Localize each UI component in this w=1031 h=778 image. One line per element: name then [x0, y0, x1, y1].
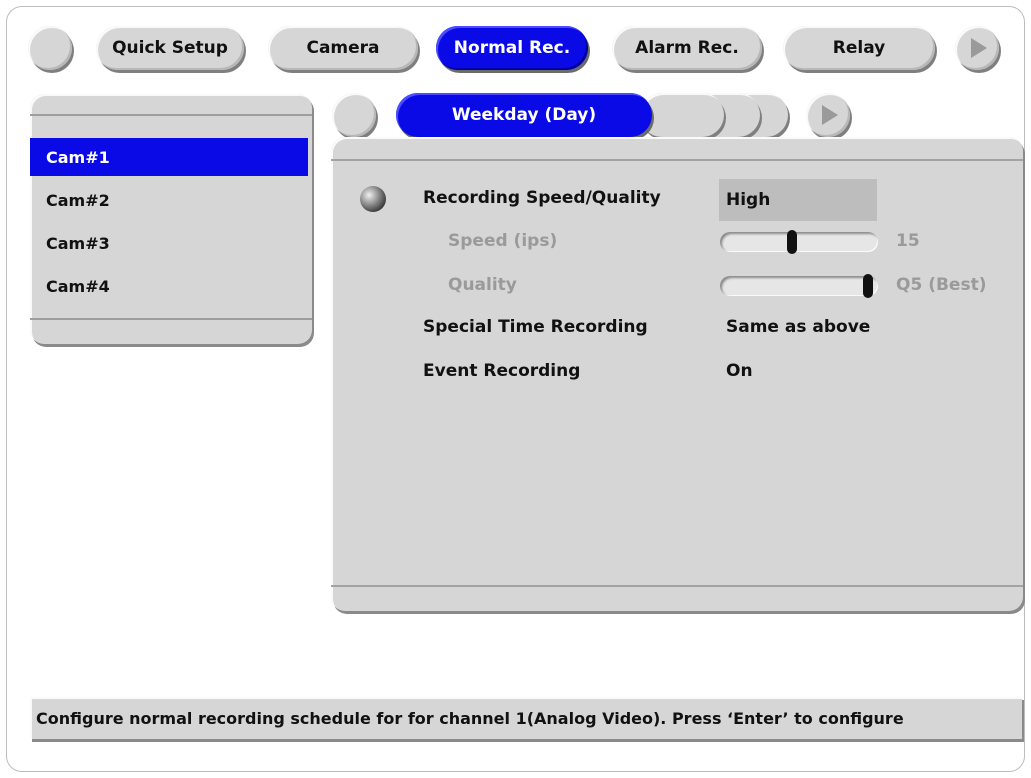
status-text: Configure normal recording schedule for … [36, 708, 904, 728]
quality-slider-thumb[interactable] [863, 274, 873, 298]
camera-list-header [30, 94, 312, 116]
nav-right-button[interactable] [955, 26, 999, 70]
subtab-weekday-day[interactable]: Weekday (Day) [396, 93, 652, 137]
camera-list-panel: Cam#1 Cam#2 Cam#3 Cam#4 [30, 94, 312, 344]
speed-slider-thumb[interactable] [787, 230, 798, 254]
recording-speed-quality-value[interactable]: High [719, 179, 877, 221]
special-time-recording-label: Special Time Recording [423, 317, 648, 337]
speed-label: Speed (ips) [448, 231, 558, 251]
camera-item-1[interactable]: Cam#1 [30, 138, 308, 176]
speed-value: 15 [896, 231, 920, 251]
play-arrow-icon [822, 105, 838, 125]
settings-panel-header [331, 137, 1023, 161]
settings-panel-footer [331, 585, 1023, 611]
quality-label: Quality [448, 275, 517, 295]
subtab-schedule-2[interactable] [640, 93, 724, 137]
tab-alarm-rec[interactable]: Alarm Rec. [612, 26, 762, 70]
camera-item-3[interactable]: Cam#3 [30, 224, 308, 262]
tab-normal-rec[interactable]: Normal Rec. [436, 26, 588, 70]
event-recording-label: Event Recording [423, 361, 581, 381]
special-time-recording-value[interactable]: Same as above [726, 317, 870, 337]
quality-slider[interactable] [720, 274, 878, 298]
quality-value: Q5 (Best) [896, 275, 987, 295]
camera-item-4[interactable]: Cam#4 [30, 267, 308, 305]
event-recording-value[interactable]: On [726, 361, 753, 381]
speed-slider[interactable] [720, 230, 878, 254]
subtab-right-button[interactable] [806, 93, 850, 137]
subtab-left-button[interactable] [332, 93, 376, 137]
status-bar: Configure normal recording schedule for … [30, 697, 1022, 739]
recording-speed-quality-value-text: High [726, 190, 771, 210]
nav-left-button[interactable] [28, 26, 72, 70]
tab-quick-setup[interactable]: Quick Setup [96, 26, 244, 70]
recording-speed-quality-label: Recording Speed/Quality [423, 188, 661, 208]
camera-list-footer [30, 318, 312, 344]
ball-icon [360, 186, 386, 212]
tab-relay[interactable]: Relay [783, 26, 935, 70]
play-arrow-icon [971, 38, 987, 58]
tab-camera[interactable]: Camera [268, 26, 418, 70]
camera-item-2[interactable]: Cam#2 [30, 181, 308, 219]
